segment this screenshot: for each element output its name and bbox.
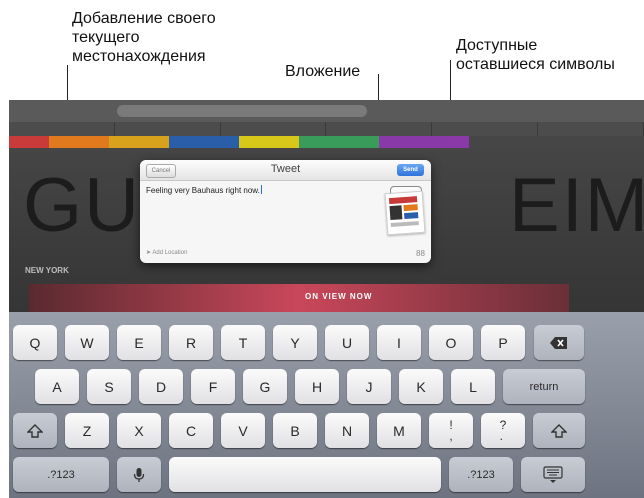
key-u[interactable]: U	[325, 325, 369, 360]
hero-image	[29, 284, 569, 312]
key-m[interactable]: M	[377, 413, 421, 448]
key-bottom-char: .	[499, 428, 503, 443]
remaining-char-count: 88	[416, 249, 425, 258]
sheet-title: Tweet	[270, 163, 301, 175]
numbers-key-left[interactable]: .?123	[13, 457, 109, 492]
tweet-text-area[interactable]: Feeling very Bauhaus right now.	[146, 185, 262, 195]
key-k[interactable]: K	[399, 369, 443, 404]
send-button[interactable]: Send	[397, 164, 424, 176]
key-bottom-char: ,	[449, 428, 453, 443]
tweet-sheet: Cancel Tweet Send Feeling very Bauhaus r…	[140, 160, 431, 263]
numbers-key-right[interactable]: .?123	[449, 457, 513, 492]
onscreen-keyboard: Q W E R T Y U I O P A S D F G H J K L re…	[9, 312, 644, 498]
hero-label: ON VIEW NOW	[305, 292, 373, 301]
ipad-screen: G U E I M NEW YORK ON VIEW NOW Cancel Tweet…	[9, 100, 644, 498]
return-key[interactable]: return	[503, 369, 585, 404]
key-p[interactable]: P	[481, 325, 525, 360]
key-n[interactable]: N	[325, 413, 369, 448]
key-o[interactable]: O	[429, 325, 473, 360]
key-h[interactable]: H	[295, 369, 339, 404]
tab[interactable]	[432, 122, 539, 136]
microphone-icon	[133, 467, 145, 482]
text-cursor	[260, 185, 262, 194]
key-t[interactable]: T	[221, 325, 265, 360]
callout-location: Добавление своего текущего местонахожден…	[72, 10, 216, 65]
shift-key-left[interactable]	[13, 413, 57, 448]
location-arrow-icon: ➤	[146, 250, 152, 256]
key-d[interactable]: D	[139, 369, 183, 404]
browser-toolbar	[9, 100, 644, 122]
keyboard-hide-icon	[543, 465, 563, 483]
key-z[interactable]: Z	[65, 413, 109, 448]
key-r[interactable]: R	[169, 325, 213, 360]
tab[interactable]	[326, 122, 433, 136]
tweet-text: Feeling very Bauhaus right now.	[146, 186, 260, 195]
key-exclamation-comma[interactable]: !,	[429, 413, 473, 448]
key-e[interactable]: E	[117, 325, 161, 360]
add-location-button[interactable]: ➤ Add Location	[146, 249, 187, 256]
site-color-strip	[9, 136, 469, 148]
shift-icon	[27, 423, 43, 438]
address-field[interactable]	[117, 105, 367, 117]
key-y[interactable]: Y	[273, 325, 317, 360]
key-a[interactable]: A	[35, 369, 79, 404]
hide-keyboard-key[interactable]	[521, 457, 585, 492]
tab[interactable]	[115, 122, 221, 136]
key-l[interactable]: L	[451, 369, 495, 404]
key-v[interactable]: V	[221, 413, 265, 448]
key-j[interactable]: J	[347, 369, 391, 404]
browser-tabs	[9, 122, 644, 136]
delete-key[interactable]	[534, 325, 584, 360]
key-i[interactable]: I	[377, 325, 421, 360]
key-q[interactable]: Q	[13, 325, 57, 360]
tab[interactable]	[9, 122, 115, 136]
backspace-icon	[550, 336, 567, 349]
key-g[interactable]: G	[243, 369, 287, 404]
add-location-label: Add Location	[152, 250, 188, 256]
attachment-thumbnail[interactable]	[384, 190, 426, 236]
key-s[interactable]: S	[87, 369, 131, 404]
key-f[interactable]: F	[191, 369, 235, 404]
dictation-key[interactable]	[117, 457, 161, 492]
key-c[interactable]: C	[169, 413, 213, 448]
space-bar[interactable]	[169, 457, 441, 492]
tab[interactable]	[538, 122, 644, 136]
site-section-heading: NEW YORK	[25, 266, 69, 275]
key-w[interactable]: W	[65, 325, 109, 360]
key-question-period[interactable]: ?.	[481, 413, 525, 448]
shift-key-right[interactable]	[533, 413, 585, 448]
tweet-sheet-header: Cancel Tweet Send	[140, 160, 431, 181]
callout-attachment: Вложение	[285, 63, 361, 80]
callout-remaining-chars: Доступные оставшиеся символы	[456, 37, 615, 73]
key-x[interactable]: X	[117, 413, 161, 448]
shift-icon	[551, 423, 567, 438]
key-b[interactable]: B	[273, 413, 317, 448]
tab[interactable]	[221, 122, 327, 136]
